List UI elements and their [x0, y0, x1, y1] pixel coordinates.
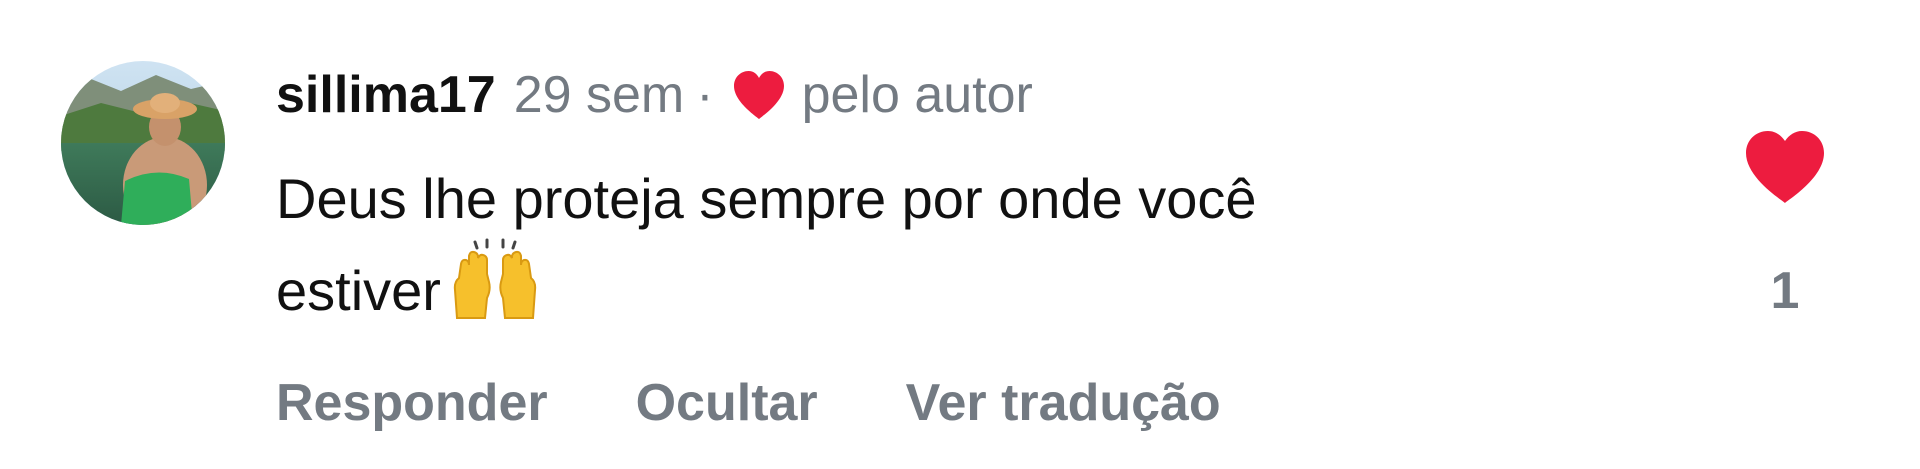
comment-actions: Responder Ocultar Ver tradução: [276, 370, 1221, 436]
separator-dot: ·: [696, 66, 714, 124]
comment-header: sillima17 29 sem · pelo autor: [276, 62, 1033, 128]
comment: sillima17 29 sem · pelo autor Deus lhe p…: [0, 0, 1920, 469]
username[interactable]: sillima17: [276, 62, 496, 128]
translate-button[interactable]: Ver tradução: [906, 373, 1221, 433]
comment-timestamp: 29 sem: [513, 66, 685, 124]
raised-hands-icon: [447, 238, 543, 322]
liked-by-author-label: pelo autor: [801, 66, 1033, 124]
heart-icon: [730, 69, 788, 121]
avatar[interactable]: [61, 61, 225, 225]
avatar-photo: [61, 61, 225, 225]
like-count: 1: [1770, 262, 1800, 320]
like-button[interactable]: [1742, 129, 1828, 205]
reply-button[interactable]: Responder: [276, 373, 548, 433]
comment-text: Deus lhe proteja sempre por onde você es…: [276, 160, 1656, 330]
heart-icon: [1746, 131, 1824, 203]
hide-button[interactable]: Ocultar: [636, 373, 818, 433]
comment-text-content: Deus lhe proteja sempre por onde você es…: [276, 167, 1257, 322]
